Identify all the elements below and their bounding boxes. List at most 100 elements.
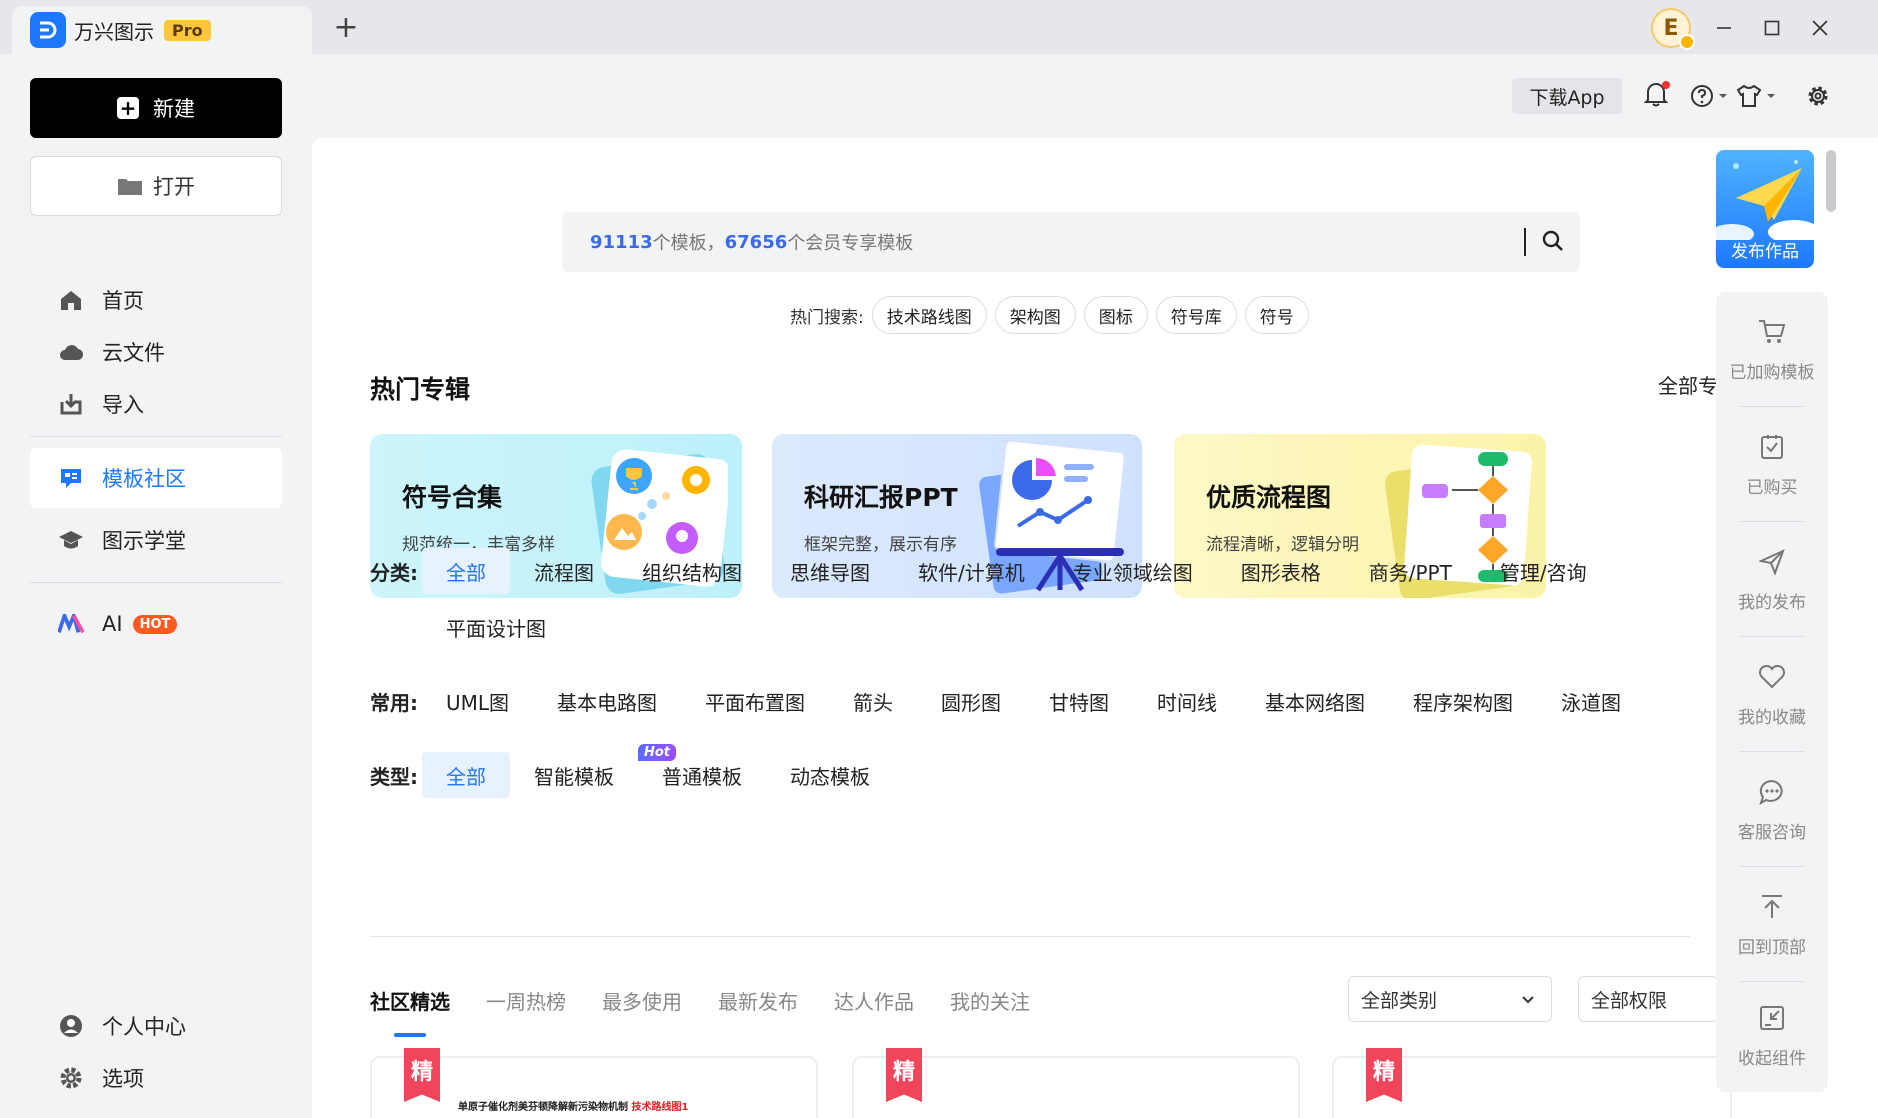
tab-following[interactable]: 我的关注 — [950, 986, 1030, 1015]
category-dropdown[interactable]: 全部类别 — [1348, 976, 1552, 1022]
cloud-icon — [58, 339, 84, 365]
category-chip[interactable]: 平面设计图 — [422, 604, 570, 650]
common-chip[interactable]: 圆形图 — [917, 678, 1025, 724]
new-button[interactable]: + 新建 — [30, 78, 282, 138]
common-chip[interactable]: 程序架构图 — [1389, 678, 1537, 724]
template-card[interactable]: 精 单原子催化剂美芬顿降解新污染物机制 技术路线图1 — [370, 1048, 818, 1118]
tab-expert-works[interactable]: 达人作品 — [834, 986, 914, 1015]
send-icon — [1756, 546, 1788, 578]
close-button[interactable] — [1800, 10, 1840, 46]
type-chip[interactable]: 动态模板 — [766, 752, 894, 798]
sidebar-item-home[interactable]: 首页 — [30, 270, 282, 330]
tab-featured[interactable]: 社区精选 — [370, 986, 450, 1037]
maximize-button[interactable] — [1752, 10, 1792, 46]
sidebar-item-label: AI — [102, 612, 123, 636]
help-icon — [1691, 85, 1713, 107]
notification-button[interactable] — [1643, 80, 1670, 112]
hot-search-chip[interactable]: 技术路线图 — [871, 296, 987, 334]
app-logo-icon — [30, 12, 66, 48]
common-chip[interactable]: 基本电路图 — [533, 678, 681, 724]
common-chip[interactable]: 箭头 — [829, 678, 917, 724]
notification-dot — [1662, 81, 1670, 89]
category-chip[interactable]: 商务/PPT — [1345, 548, 1476, 594]
new-tab-button[interactable]: + — [328, 10, 364, 46]
category-chip[interactable]: 组织结构图 — [618, 548, 766, 594]
rail-item-support[interactable]: 客服咨询 — [1716, 752, 1828, 866]
tab-weekly-hot[interactable]: 一周热榜 — [486, 986, 566, 1015]
rail-item-favorites[interactable]: 我的收藏 — [1716, 637, 1828, 751]
category-chip[interactable]: 软件/计算机 — [894, 548, 1049, 594]
hot-search-chip[interactable]: 符号库 — [1155, 296, 1237, 334]
rail-item-label: 我的收藏 — [1738, 707, 1806, 728]
rail-item-cart[interactable]: 已加购模板 — [1716, 292, 1828, 406]
avatar[interactable]: E — [1651, 8, 1695, 50]
folder-icon — [118, 179, 142, 195]
minimize-button[interactable] — [1704, 10, 1744, 46]
template-preview-text: 单原子催化剂美芬顿降解新污染物机制 技术路线图1 — [458, 1098, 688, 1113]
rail-item-back-to-top[interactable]: 回到顶部 — [1716, 867, 1828, 981]
featured-badge: 精 — [1366, 1048, 1402, 1102]
open-button-label: 打开 — [153, 175, 195, 199]
hot-search-chip[interactable]: 符号 — [1244, 296, 1309, 334]
sidebar-item-template-community[interactable]: 模板社区 — [30, 448, 282, 508]
purchased-icon — [1756, 431, 1788, 463]
template-card[interactable]: 精 — [852, 1048, 1300, 1118]
rail-item-label: 回到顶部 — [1738, 937, 1806, 958]
type-chip[interactable]: 普通模板 — [638, 752, 766, 798]
category-chip[interactable]: 专业领域绘图 — [1049, 548, 1217, 594]
type-chip[interactable]: 全部 — [422, 752, 510, 798]
search-input[interactable]: 91113 个模板， 67656 个会员专享模板 — [562, 212, 1580, 272]
common-chip[interactable]: UML图 — [422, 678, 533, 724]
chevron-down-icon — [1522, 996, 1534, 1004]
title-bar: 万兴图示 Pro + E — [0, 0, 1878, 54]
sidebar-item-cloud[interactable]: 云文件 — [30, 322, 282, 382]
scrollbar-thumb[interactable] — [1826, 150, 1836, 212]
sidebar-item-import[interactable]: 导入 — [30, 374, 282, 434]
app-tab[interactable]: 万兴图示 Pro — [12, 6, 312, 54]
permission-dropdown[interactable]: 全部权限 — [1578, 976, 1718, 1022]
common-chip[interactable]: 基本网络图 — [1241, 678, 1389, 724]
help-menu-button[interactable] — [1690, 80, 1728, 112]
settings-button[interactable] — [1806, 80, 1830, 112]
common-chip[interactable]: 时间线 — [1133, 678, 1241, 724]
hot-badge: HOT — [132, 614, 178, 634]
skin-menu-button[interactable] — [1736, 80, 1776, 112]
sidebar-item-label: 图示学堂 — [102, 529, 186, 553]
download-app-button[interactable]: 下载App — [1512, 78, 1622, 114]
template-count: 91113 — [590, 231, 653, 253]
tab-latest[interactable]: 最新发布 — [718, 986, 798, 1015]
sidebar-item-label: 个人中心 — [102, 1015, 186, 1039]
sidebar-item-options[interactable]: 选项 — [30, 1048, 282, 1108]
hot-search-chip[interactable]: 架构图 — [994, 296, 1076, 334]
rail-item-label: 已购买 — [1746, 477, 1798, 498]
search-placeholder-text: 个会员专享模板 — [787, 233, 914, 254]
sidebar-item-label: 选项 — [102, 1067, 144, 1091]
maximize-icon — [1764, 20, 1780, 36]
rail-item-collapse[interactable]: 收起组件 — [1716, 978, 1828, 1092]
category-chip[interactable]: 全部 — [422, 548, 510, 594]
sidebar-item-label: 云文件 — [102, 341, 165, 365]
sidebar-item-ai[interactable]: AI HOT — [30, 594, 282, 654]
common-chip[interactable]: 泳道图 — [1537, 678, 1645, 724]
collapse-icon — [1756, 1002, 1788, 1034]
hot-search-chip[interactable]: 图标 — [1083, 296, 1148, 334]
all-albums-link[interactable]: 全部专 — [1658, 370, 1718, 399]
tab-most-used[interactable]: 最多使用 — [602, 986, 682, 1015]
rail-item-my-publish[interactable]: 我的发布 — [1716, 522, 1828, 636]
publish-work-button[interactable]: 发布作品 — [1716, 150, 1814, 268]
rail-item-purchased[interactable]: 已购买 — [1716, 407, 1828, 521]
search-icon[interactable] — [1542, 230, 1564, 257]
category-chip[interactable]: 思维导图 — [766, 548, 894, 594]
category-chip[interactable]: 流程图 — [510, 548, 618, 594]
sidebar-item-label: 模板社区 — [102, 467, 186, 491]
template-card[interactable]: 精 — [1332, 1048, 1732, 1118]
type-chip-smart[interactable]: 智能模板 Hot — [510, 744, 676, 798]
sidebar-item-academy[interactable]: 图示学堂 — [30, 510, 282, 570]
common-chip[interactable]: 平面布置图 — [681, 678, 829, 724]
open-button[interactable]: 打开 — [30, 156, 282, 216]
category-chip[interactable]: 管理/咨询 — [1476, 548, 1611, 594]
common-chip[interactable]: 甘特图 — [1025, 678, 1133, 724]
category-chip[interactable]: 图形表格 — [1217, 548, 1345, 594]
search-placeholder-text: 个模板， — [652, 233, 725, 254]
sidebar-item-profile[interactable]: 个人中心 — [30, 996, 282, 1056]
